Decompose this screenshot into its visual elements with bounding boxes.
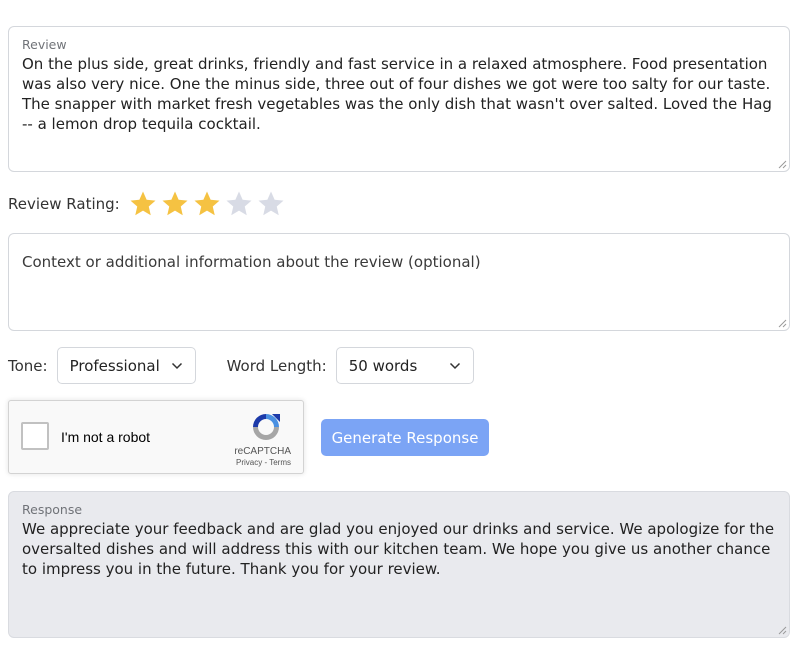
word-length-label: Word Length:: [226, 356, 327, 375]
resize-grip-icon[interactable]: [777, 159, 787, 169]
recaptcha-logo-icon: [253, 414, 280, 440]
recaptcha-brand: reCAPTCHA: [234, 446, 291, 457]
resize-grip-icon[interactable]: [777, 625, 787, 635]
generate-response-button[interactable]: Generate Response: [321, 419, 489, 456]
context-textarea[interactable]: Context or additional information about …: [8, 233, 790, 331]
response-label: Response: [22, 502, 83, 517]
chevron-down-icon: [171, 362, 182, 369]
review-text: On the plus side, great drinks, friendly…: [22, 55, 772, 133]
recaptcha-checkbox[interactable]: [21, 422, 49, 450]
chevron-down-icon: [449, 362, 460, 369]
review-rating: Review Rating:: [8, 188, 288, 220]
star-filled-icon[interactable]: [160, 189, 190, 219]
rating-label: Review Rating:: [8, 195, 120, 213]
word-length-selected-value: 50 words: [348, 356, 418, 375]
star-empty-icon[interactable]: [256, 189, 286, 219]
context-placeholder: Context or additional information about …: [22, 253, 481, 271]
recaptcha-widget: I'm not a robot reCAPTCHA Privacy - Term…: [8, 400, 304, 474]
recaptcha-links[interactable]: Privacy - Terms: [236, 458, 291, 467]
tone-selected-value: Professional: [69, 356, 160, 375]
tone-select[interactable]: Professional: [56, 347, 196, 384]
star-filled-icon[interactable]: [192, 189, 222, 219]
response-text: We appreciate your feedback and are glad…: [22, 520, 775, 578]
word-length-select[interactable]: 50 words: [335, 347, 474, 384]
star-empty-icon[interactable]: [224, 189, 254, 219]
star-filled-icon[interactable]: [128, 189, 158, 219]
review-textarea[interactable]: Review On the plus side, great drinks, f…: [8, 26, 790, 172]
response-textarea[interactable]: Response We appreciate your feedback and…: [8, 491, 790, 638]
tone-label: Tone:: [8, 356, 48, 375]
resize-grip-icon[interactable]: [777, 318, 787, 328]
recaptcha-label: I'm not a robot: [61, 429, 151, 445]
star-rating[interactable]: [128, 189, 288, 219]
review-label: Review: [22, 37, 67, 52]
options-row: Tone: Professional Word Length: 50 words: [8, 347, 474, 384]
